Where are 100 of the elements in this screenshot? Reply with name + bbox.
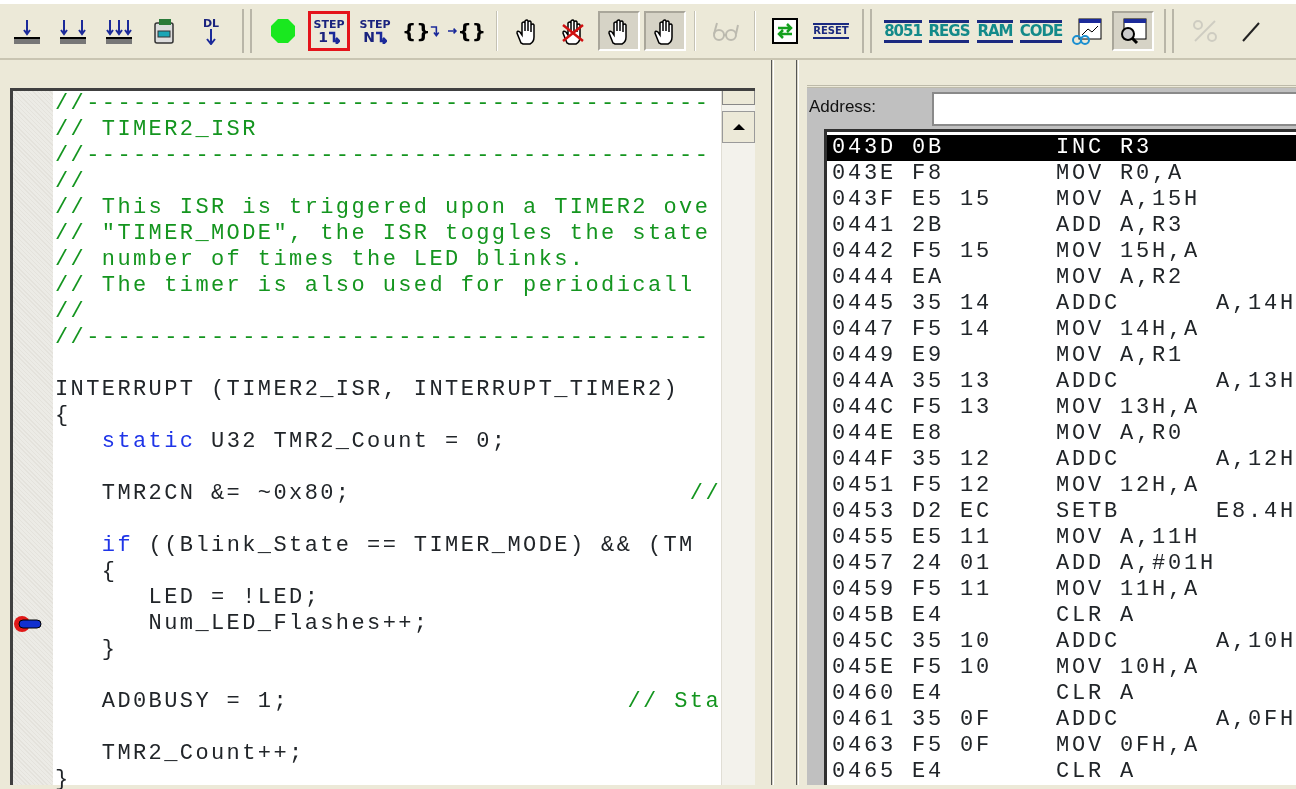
instruction-text: MOV A,R2 — [1056, 265, 1185, 291]
address-text: 0453 — [832, 499, 897, 525]
code-line: } — [55, 767, 71, 789]
disassembly-row[interactable]: 044C F5 13 MOV 13H,A — [827, 395, 1296, 421]
toolbar-button[interactable] — [598, 11, 640, 51]
toolbar-button[interactable]: STEP 1 — [308, 11, 350, 51]
opcode-bytes: F5 12 — [912, 473, 993, 499]
code-comment: //---------------------------------------- — [55, 91, 711, 117]
toolbar-button[interactable] — [644, 11, 686, 51]
instruction-text: ADD A,#01H — [1056, 551, 1216, 577]
opcode-bytes: 2B — [912, 213, 945, 239]
disassembly-row[interactable]: 0457 24 01 ADD A,#01H — [827, 551, 1296, 577]
instruction-text: SETB — [1056, 499, 1121, 525]
disassembly-row[interactable]: 045B E4 CLR A — [827, 603, 1296, 629]
disassembly-row[interactable]: 0465 E4 CLR A — [827, 759, 1296, 785]
code-comment: // number of times the LED blinks. — [55, 247, 586, 273]
instruction-text: ADDC — [1056, 369, 1121, 395]
toolbar-button[interactable] — [1112, 11, 1154, 51]
chart-window-icon — [1072, 17, 1102, 45]
scrollbar-grip[interactable] — [722, 91, 755, 105]
disassembly-row[interactable]: 0449 E9 MOV A,R1 — [827, 343, 1296, 369]
disassembly-row[interactable]: 0441 2B ADD A,R3 — [827, 213, 1296, 239]
address-text: 0460 — [832, 681, 897, 707]
address-text: 043D — [832, 135, 897, 161]
code-comment: // — [55, 169, 87, 195]
disassembly-row[interactable]: 0444 EA MOV A,R2 — [827, 265, 1296, 291]
address-text: 043F — [832, 187, 897, 213]
address-text: 0447 — [832, 317, 897, 343]
code-comment: // The timer is also used for periodicall — [55, 273, 695, 299]
code-comment: // "TIMER_MODE", the ISR toggles the state — [55, 221, 711, 247]
operand-text: A,10H — [1216, 629, 1296, 655]
code-comment: // — [689, 481, 721, 507]
toolbar-button[interactable]: DL — [190, 11, 232, 51]
address-text: 044E — [832, 421, 897, 447]
swap-arrows-icon — [771, 17, 799, 45]
opcode-bytes: 35 12 — [912, 447, 993, 473]
scrollbar[interactable] — [721, 91, 755, 785]
address-text: 0441 — [832, 213, 897, 239]
instruction-text: MOV 13H,A — [1056, 395, 1201, 421]
disassembly-row[interactable]: 0460 E4 CLR A — [827, 681, 1296, 707]
disassembly-row[interactable]: 044A 35 13 ADDC A,13H — [827, 369, 1296, 395]
code-line: { — [55, 403, 71, 429]
opcode-bytes: 0B — [912, 135, 945, 161]
code-line: AD0BUSY = 1; — [100, 689, 290, 715]
disassembly-row[interactable]: 0459 F5 11 MOV 11H,A — [827, 577, 1296, 603]
toolbar-grip[interactable] — [1164, 9, 1174, 53]
toolbar-grip[interactable] — [242, 9, 252, 53]
address-text: 0445 — [832, 291, 897, 317]
toolbar-button[interactable]: {} — [446, 11, 488, 51]
disassembly-row[interactable]: 043F E5 15 MOV A,15H — [827, 187, 1296, 213]
address-text: 0457 — [832, 551, 897, 577]
disassembly-row[interactable]: 045C 35 10 ADDC A,10H — [827, 629, 1296, 655]
disassembly-row[interactable]: 045E F5 10 MOV 10H,A — [827, 655, 1296, 681]
disassembly-row[interactable]: 0442 F5 15 MOV 15H,A — [827, 239, 1296, 265]
instruction-text: MOV 12H,A — [1056, 473, 1201, 499]
octagon-icon — [269, 17, 297, 45]
toolbar-button[interactable]: {} — [400, 11, 442, 51]
code-line: TMR2CN &= ~0x80; — [100, 481, 352, 507]
address-text: 044F — [832, 447, 897, 473]
code-line: static U32 TMR2_Count = 0; — [100, 429, 508, 455]
disassembly-row[interactable]: 043E F8 MOV R0,A — [827, 161, 1296, 187]
address-text: 0459 — [832, 577, 897, 603]
opcode-bytes: 35 10 — [912, 629, 993, 655]
address-field[interactable] — [932, 91, 1296, 126]
disassembly-row[interactable]: 0455 E5 11 MOV A,11H — [827, 525, 1296, 551]
instruction-text: MOV 14H,A — [1056, 317, 1201, 343]
toolbar-grip[interactable] — [862, 9, 872, 53]
toolbar-button[interactable]: STEP N — [354, 11, 396, 51]
disassembly-row[interactable]: 044F 35 12 ADDC A,12H — [827, 447, 1296, 473]
disassembly-row[interactable]: 044E E8 MOV A,R0 — [827, 421, 1296, 447]
code-comment: // Sta — [627, 689, 721, 715]
disassembly-row[interactable]: 0453 D2 EC SETB E8.4H — [827, 499, 1296, 525]
code-comment: // TIMER2_ISR — [55, 117, 258, 143]
disassembly-row[interactable]: 043D 0B INC R3 — [827, 135, 1296, 161]
address-text: 044A — [832, 369, 897, 395]
address-text: 045E — [832, 655, 897, 681]
window-magnifier-icon — [1118, 17, 1148, 45]
instruction-text: ADD A,R3 — [1056, 213, 1185, 239]
code-line: if ((Blink_State == TIMER_MODE) && (TM — [100, 533, 695, 559]
instruction-text: MOV 15H,A — [1056, 239, 1201, 265]
toolbar-button[interactable]: RESET — [810, 11, 852, 51]
disassembly-row[interactable]: 0461 35 0F ADDC A,0FH — [827, 707, 1296, 733]
disassembly-row[interactable]: 0463 F5 0F MOV 0FH,A — [827, 733, 1296, 759]
opcode-bytes: E4 — [912, 681, 945, 707]
operand-text: A,14H — [1216, 291, 1296, 317]
step-arrow-icon — [327, 29, 340, 44]
disassembly-row[interactable]: 0451 F5 12 MOV 12H,A — [827, 473, 1296, 499]
instruction-text: ADDC — [1056, 447, 1121, 473]
disassembly-row[interactable]: 0445 35 14 ADDC A,14H — [827, 291, 1296, 317]
operand-text: A,0FH — [1216, 707, 1296, 733]
opcode-bytes: E8 — [912, 421, 945, 447]
code-line: Num_LED_Flashes++; — [147, 611, 430, 637]
address-text: 0442 — [832, 239, 897, 265]
download-icon — [59, 17, 87, 45]
disassembly-row[interactable]: 0447 F5 14 MOV 14H,A — [827, 317, 1296, 343]
address-text: 0451 — [832, 473, 897, 499]
instruction-text: ADDC — [1056, 291, 1121, 317]
operand-text: A,12H — [1216, 447, 1296, 473]
instruction-text: INC R3 — [1056, 135, 1153, 161]
scroll-up-button[interactable] — [722, 111, 755, 143]
